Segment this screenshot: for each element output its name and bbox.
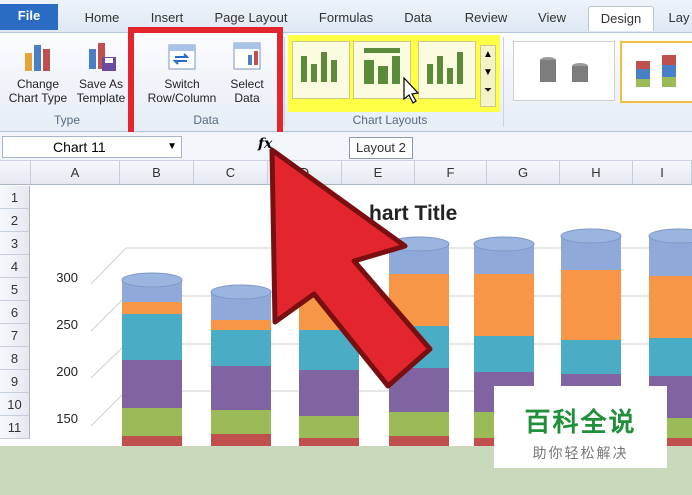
red-arrow-icon xyxy=(269,147,433,389)
mouse-cursor-icon xyxy=(403,76,420,104)
watermark: 百科全说 助你轻松解决 xyxy=(494,386,667,468)
watermark-title: 百科全说 xyxy=(524,407,637,437)
watermark-subtitle: 助你轻松解决 xyxy=(532,445,629,461)
